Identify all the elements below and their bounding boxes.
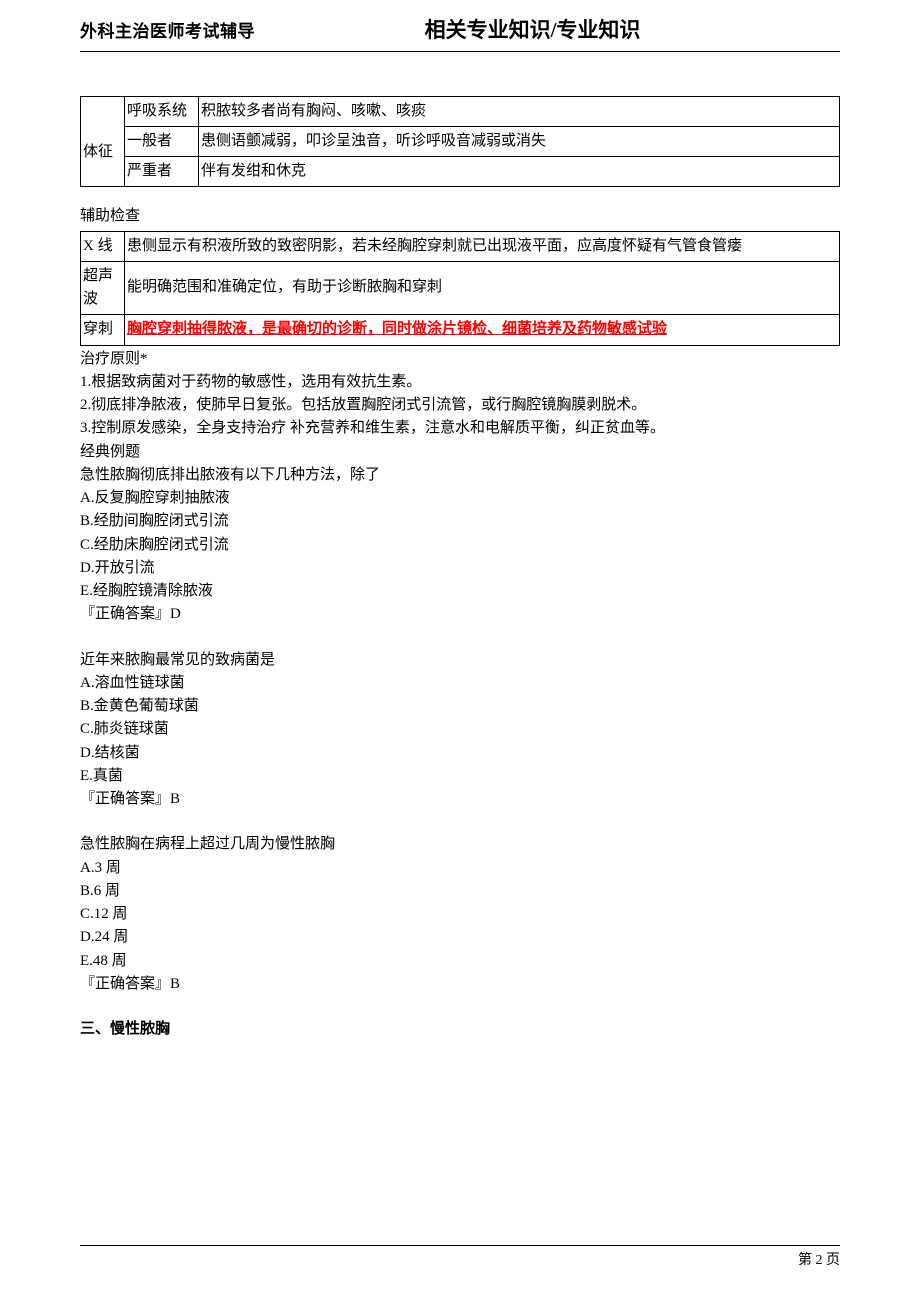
- classic-examples-heading: 经典例题: [80, 441, 840, 464]
- treatment-heading: 治疗原则*: [80, 348, 840, 371]
- cell: 一般者: [125, 126, 199, 156]
- question-option: C.肺炎链球菌: [80, 718, 840, 741]
- highlighted-text: 胸腔穿刺抽得脓液，是最确切的诊断，同时做涂片镜检、细菌培养及药物敏感试验: [127, 321, 667, 337]
- aux-exam-table: X 线 患侧显示有积液所致的致密阴影，若未经胸腔穿刺就已出现液平面，应高度怀疑有…: [80, 231, 840, 346]
- page-number: 第 2 页: [798, 1250, 840, 1272]
- question-option: A.反复胸腔穿刺抽脓液: [80, 487, 840, 510]
- treatment-item: 2.彻底排净脓液，使肺早日复张。包括放置胸腔闭式引流管，或行胸腔镜胸膜剥脱术。: [80, 394, 840, 417]
- question-option: B.经肋间胸腔闭式引流: [80, 510, 840, 533]
- cell: 患侧显示有积液所致的致密阴影，若未经胸腔穿刺就已出现液平面，应高度怀疑有气管食管…: [125, 231, 840, 261]
- question-option: D.24 周: [80, 926, 840, 949]
- cell: X 线: [81, 231, 125, 261]
- question-option: E.真菌: [80, 765, 840, 788]
- cell: 胸腔穿刺抽得脓液，是最确切的诊断，同时做涂片镜检、细菌培养及药物敏感试验: [125, 315, 840, 345]
- table-row: 一般者 患侧语颤减弱，叩诊呈浊音，听诊呼吸音减弱或消失: [81, 126, 840, 156]
- table-row: 穿刺 胸腔穿刺抽得脓液，是最确切的诊断，同时做涂片镜检、细菌培养及药物敏感试验: [81, 315, 840, 345]
- question-option: E.48 周: [80, 950, 840, 973]
- header-title: 相关专业知识/专业知识: [225, 14, 840, 47]
- question-option: C.12 周: [80, 903, 840, 926]
- symptoms-table: 体征 呼吸系统 积脓较多者尚有胸闷、咳嗽、咳痰 一般者 患侧语颤减弱，叩诊呈浊音…: [80, 96, 840, 188]
- question-option: B.6 周: [80, 880, 840, 903]
- cell: 超声波: [81, 261, 125, 315]
- question-block: 近年来脓胸最常见的致病菌是 A.溶血性链球菌 B.金黄色葡萄球菌 C.肺炎链球菌…: [80, 649, 840, 812]
- aux-exam-heading: 辅助检查: [80, 205, 840, 228]
- cell: 伴有发绀和休克: [199, 157, 840, 187]
- table-row: 严重者 伴有发绀和休克: [81, 157, 840, 187]
- treatment-item: 1.根据致病菌对于药物的敏感性，选用有效抗生素。: [80, 371, 840, 394]
- table-row: 体征 呼吸系统 积脓较多者尚有胸闷、咳嗽、咳痰: [81, 96, 840, 126]
- section-title: 三、慢性脓胸: [80, 1018, 840, 1041]
- cell: 严重者: [125, 157, 199, 187]
- table-row: 超声波 能明确范围和准确定位，有助于诊断脓胸和穿刺: [81, 261, 840, 315]
- question-answer: 『正确答案』D: [80, 603, 840, 626]
- page-header: 外科主治医师考试辅导 相关专业知识/专业知识: [80, 14, 840, 52]
- question-stem: 近年来脓胸最常见的致病菌是: [80, 649, 840, 672]
- question-option: E.经胸腔镜清除脓液: [80, 580, 840, 603]
- cell: 呼吸系统: [125, 96, 199, 126]
- cell: 穿刺: [81, 315, 125, 345]
- cell: 能明确范围和准确定位，有助于诊断脓胸和穿刺: [125, 261, 840, 315]
- question-block: 急性脓胸在病程上超过几周为慢性脓胸 A.3 周 B.6 周 C.12 周 D.2…: [80, 833, 840, 996]
- question-option: D.结核菌: [80, 742, 840, 765]
- question-option: D.开放引流: [80, 557, 840, 580]
- question-stem: 急性脓胸在病程上超过几周为慢性脓胸: [80, 833, 840, 856]
- question-option: A.3 周: [80, 857, 840, 880]
- question-option: B.金黄色葡萄球菌: [80, 695, 840, 718]
- cell: 积脓较多者尚有胸闷、咳嗽、咳痰: [199, 96, 840, 126]
- question-block: 急性脓胸彻底排出脓液有以下几种方法，除了 A.反复胸腔穿刺抽脓液 B.经肋间胸腔…: [80, 464, 840, 627]
- question-answer: 『正确答案』B: [80, 973, 840, 996]
- cell: 患侧语颤减弱，叩诊呈浊音，听诊呼吸音减弱或消失: [199, 126, 840, 156]
- question-stem: 急性脓胸彻底排出脓液有以下几种方法，除了: [80, 464, 840, 487]
- question-option: A.溶血性链球菌: [80, 672, 840, 695]
- treatment-item: 3.控制原发感染，全身支持治疗 补充营养和维生素，注意水和电解质平衡，纠正贫血等…: [80, 417, 840, 440]
- page-footer: 第 2 页: [80, 1245, 840, 1272]
- question-option: C.经肋床胸腔闭式引流: [80, 534, 840, 557]
- rowgroup-label: 体征: [81, 96, 125, 187]
- question-answer: 『正确答案』B: [80, 788, 840, 811]
- table-row: X 线 患侧显示有积液所致的致密阴影，若未经胸腔穿刺就已出现液平面，应高度怀疑有…: [81, 231, 840, 261]
